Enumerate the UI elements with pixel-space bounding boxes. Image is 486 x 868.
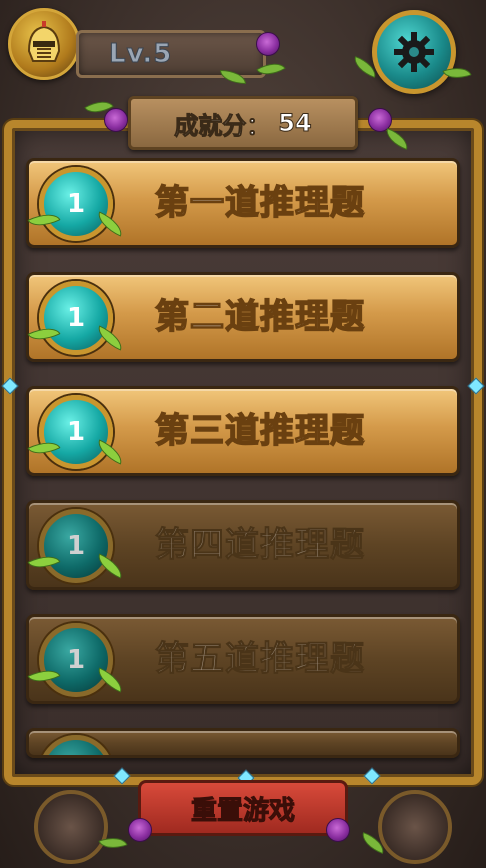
score-label: 成就分： [174, 111, 271, 140]
puzzle-list: 1 第一道推理题 1 第二道推理题 1 第三道推理题 1 第四道推理题 1 第五… [26, 158, 460, 782]
knight-helmet-icon [27, 21, 61, 62]
puzzle-item-2[interactable]: 1 第二道推理题 [26, 272, 460, 362]
puzzle-item-6-partial[interactable] [26, 728, 460, 758]
badge-number: 1 [66, 303, 86, 333]
badge-number: 1 [66, 189, 86, 219]
rose-icon [104, 108, 128, 132]
restart-label: 重置游戏 [190, 795, 295, 826]
puzzle-item-5[interactable]: 1 第五道推理题 [26, 614, 460, 704]
restart-game-button[interactable]: 重置游戏 [138, 780, 348, 836]
badge-number: 1 [66, 417, 86, 447]
puzzle-badge: 1 [39, 281, 113, 355]
puzzle-badge: 1 [39, 167, 113, 241]
score-value: 54 [278, 109, 312, 138]
puzzle-badge: 1 [39, 509, 113, 583]
puzzle-badge [39, 735, 113, 755]
puzzle-badge: 1 [39, 395, 113, 469]
badge-number: 1 [66, 531, 86, 561]
puzzle-item-3[interactable]: 1 第三道推理题 [26, 386, 460, 476]
gear-icon [394, 32, 434, 72]
settings-button[interactable] [372, 10, 456, 94]
level-text: Lv.5 [108, 39, 173, 70]
puzzle-badge: 1 [39, 623, 113, 697]
decorative-medallion [378, 790, 452, 864]
puzzle-title: 第四道推理题 [155, 525, 365, 566]
avatar[interactable] [8, 8, 80, 80]
puzzle-title: 第五道推理题 [155, 639, 365, 680]
puzzle-title: 第一道推理题 [154, 182, 365, 224]
puzzle-item-4[interactable]: 1 第四道推理题 [26, 500, 460, 590]
badge-number: 1 [66, 645, 86, 675]
rose-icon [128, 818, 152, 842]
puzzle-title: 第三道推理题 [154, 410, 365, 452]
achievement-score-plate: 成就分： 54 [128, 96, 358, 150]
level-plate: Lv.5 [76, 30, 266, 78]
puzzle-item-1[interactable]: 1 第一道推理题 [26, 158, 460, 248]
rose-icon [326, 818, 350, 842]
puzzle-title: 第二道推理题 [154, 296, 365, 338]
rose-icon [256, 32, 280, 56]
decorative-medallion [34, 790, 108, 864]
